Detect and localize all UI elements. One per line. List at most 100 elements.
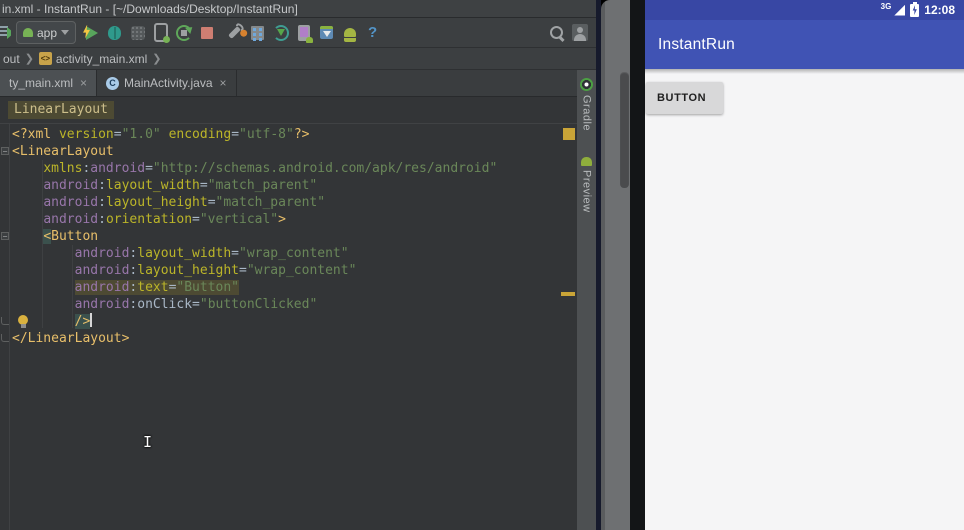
emulator-screen: 3G 12:08 InstantRun BUTTON [645, 0, 964, 530]
building-icon [251, 25, 265, 40]
help-button[interactable]: ? [362, 22, 383, 44]
run-configuration-label: app [37, 25, 58, 40]
tool-window-label: Preview [580, 170, 593, 213]
device-icon [297, 24, 313, 43]
chevron-right-icon: ❯ [152, 53, 162, 65]
signal-strength-icon [894, 4, 906, 16]
code-line[interactable]: <?xml version="1.0" encoding="utf-8"?> [0, 126, 577, 143]
phone-icon [153, 23, 170, 43]
coverage-digits-icon[interactable] [0, 24, 11, 42]
code-line[interactable]: xmlns:android="http://schemas.android.co… [0, 160, 577, 177]
android-app-bar: InstantRun [645, 20, 964, 69]
tool-window-bar: Gradle Preview [577, 70, 596, 530]
code-line[interactable]: android:layout_width="match_parent" [0, 177, 577, 194]
editor-context-bar: LinearLayout [0, 97, 577, 124]
breadcrumb: out ❯ <> activity_main.xml ❯ [0, 48, 596, 70]
code-line[interactable]: </LinearLayout> [0, 330, 577, 347]
chevron-right-icon: ❯ [24, 53, 34, 65]
android-status-bar: 3G 12:08 [645, 0, 964, 20]
code-line[interactable]: android:text="Button" [0, 279, 577, 296]
code-line[interactable]: android:onClick="buttonClicked" [0, 296, 577, 313]
user-avatar-button[interactable] [569, 22, 590, 44]
device-monitor-button[interactable] [339, 22, 360, 44]
code-line[interactable]: android:layout_height="match_parent" [0, 194, 577, 211]
window-title: in.xml - InstantRun - [~/Downloads/Deskt… [2, 2, 298, 16]
fold-marker-icon[interactable] [1, 334, 9, 342]
emulator-frame [601, 0, 630, 530]
code-line[interactable]: android:layout_width="wrap_content" [0, 245, 577, 262]
android-app-icon [23, 28, 33, 37]
context-tag-chip[interactable]: LinearLayout [8, 101, 114, 119]
android-robot-icon [343, 28, 356, 42]
run-button[interactable] [81, 22, 102, 44]
tool-window-gradle[interactable]: Gradle [580, 78, 593, 131]
gradle-icon [580, 78, 593, 91]
breadcrumb-item-layout[interactable]: out [3, 52, 20, 66]
tool-window-preview[interactable]: Preview [581, 157, 593, 213]
chevron-down-icon [61, 30, 70, 35]
network-type-label: 3G [880, 2, 892, 11]
debug-button[interactable] [104, 22, 125, 44]
wrench-icon [228, 26, 241, 39]
avatar-icon [571, 24, 588, 41]
emulator-side-button [620, 72, 629, 188]
coverage-icon [130, 25, 145, 40]
question-mark-icon: ? [367, 24, 378, 41]
tab-activity-main-xml[interactable]: ty_main.xml × [0, 70, 98, 96]
tab-mainactivity-java[interactable]: C MainActivity.java × [97, 70, 237, 96]
search-button[interactable] [546, 22, 567, 44]
intention-lightbulb-icon[interactable] [18, 315, 28, 328]
code-line[interactable]: android:layout_height="wrap_content" [0, 262, 577, 279]
code-line[interactable]: android:orientation="vertical"> [0, 211, 577, 228]
fold-marker-icon[interactable]: − [1, 147, 9, 156]
tab-label: ty_main.xml [9, 76, 74, 90]
text-caret [90, 313, 93, 327]
android-button-label: BUTTON [657, 92, 707, 104]
sdk-box-icon [320, 26, 334, 39]
close-icon[interactable]: × [80, 76, 87, 90]
attach-profiler-button[interactable] [150, 22, 171, 44]
fold-marker-icon[interactable]: − [1, 232, 9, 241]
app-bar-shadow [645, 69, 964, 74]
bug-icon [108, 25, 122, 40]
screenshot-root: in.xml - InstantRun - [~/Downloads/Deskt… [0, 0, 964, 530]
code-line[interactable]: /> [0, 313, 577, 330]
error-stripe-mark [561, 292, 575, 296]
highlighted-range: android:text="Button" [74, 280, 240, 295]
window-titlebar: in.xml - InstantRun - [~/Downloads/Deskt… [0, 0, 596, 18]
mouse-ibeam-cursor: I [143, 433, 153, 451]
run-configuration-dropdown[interactable]: app [16, 21, 77, 44]
app-title: InstantRun [658, 35, 735, 53]
sdk-manager-button[interactable] [316, 22, 337, 44]
fold-marker-icon[interactable] [1, 317, 9, 325]
class-icon: C [106, 76, 120, 90]
editor-tab-bar: ty_main.xml × C MainActivity.java × [0, 70, 577, 97]
gradle-sync-button[interactable] [270, 22, 291, 44]
tool-window-label: Gradle [580, 95, 593, 132]
code-editor[interactable]: <?xml version="1.0" encoding="utf-8"?> − <… [0, 124, 577, 530]
tab-label: MainActivity.java [124, 76, 213, 90]
run-with-coverage-button[interactable] [127, 22, 148, 44]
rerun-arrow-icon [175, 24, 192, 41]
android-button[interactable]: BUTTON [646, 82, 723, 114]
sync-arrow-icon [272, 24, 289, 41]
status-bar-time: 12:08 [924, 3, 955, 17]
emulator-bezel [630, 0, 645, 530]
code-line[interactable]: − <LinearLayout [0, 143, 577, 160]
main-toolbar: app ? [0, 18, 596, 48]
android-icon [581, 157, 592, 167]
sdk-manager-wrench-button[interactable] [224, 22, 245, 44]
rerun-button[interactable] [173, 22, 194, 44]
stop-square-icon [200, 26, 213, 39]
battery-charging-icon [910, 1, 920, 17]
search-icon [550, 26, 563, 39]
avd-manager-button[interactable] [293, 22, 314, 44]
xml-file-icon: <> [38, 52, 52, 65]
code-line[interactable]: − <Button [0, 228, 577, 245]
error-stripe-status-square [563, 128, 575, 140]
stop-button[interactable] [196, 22, 217, 44]
close-icon[interactable]: × [220, 76, 227, 90]
breadcrumb-item-file[interactable]: activity_main.xml [56, 52, 147, 66]
project-structure-button[interactable] [247, 22, 268, 44]
code-lines: <?xml version="1.0" encoding="utf-8"?> − <… [0, 126, 577, 347]
